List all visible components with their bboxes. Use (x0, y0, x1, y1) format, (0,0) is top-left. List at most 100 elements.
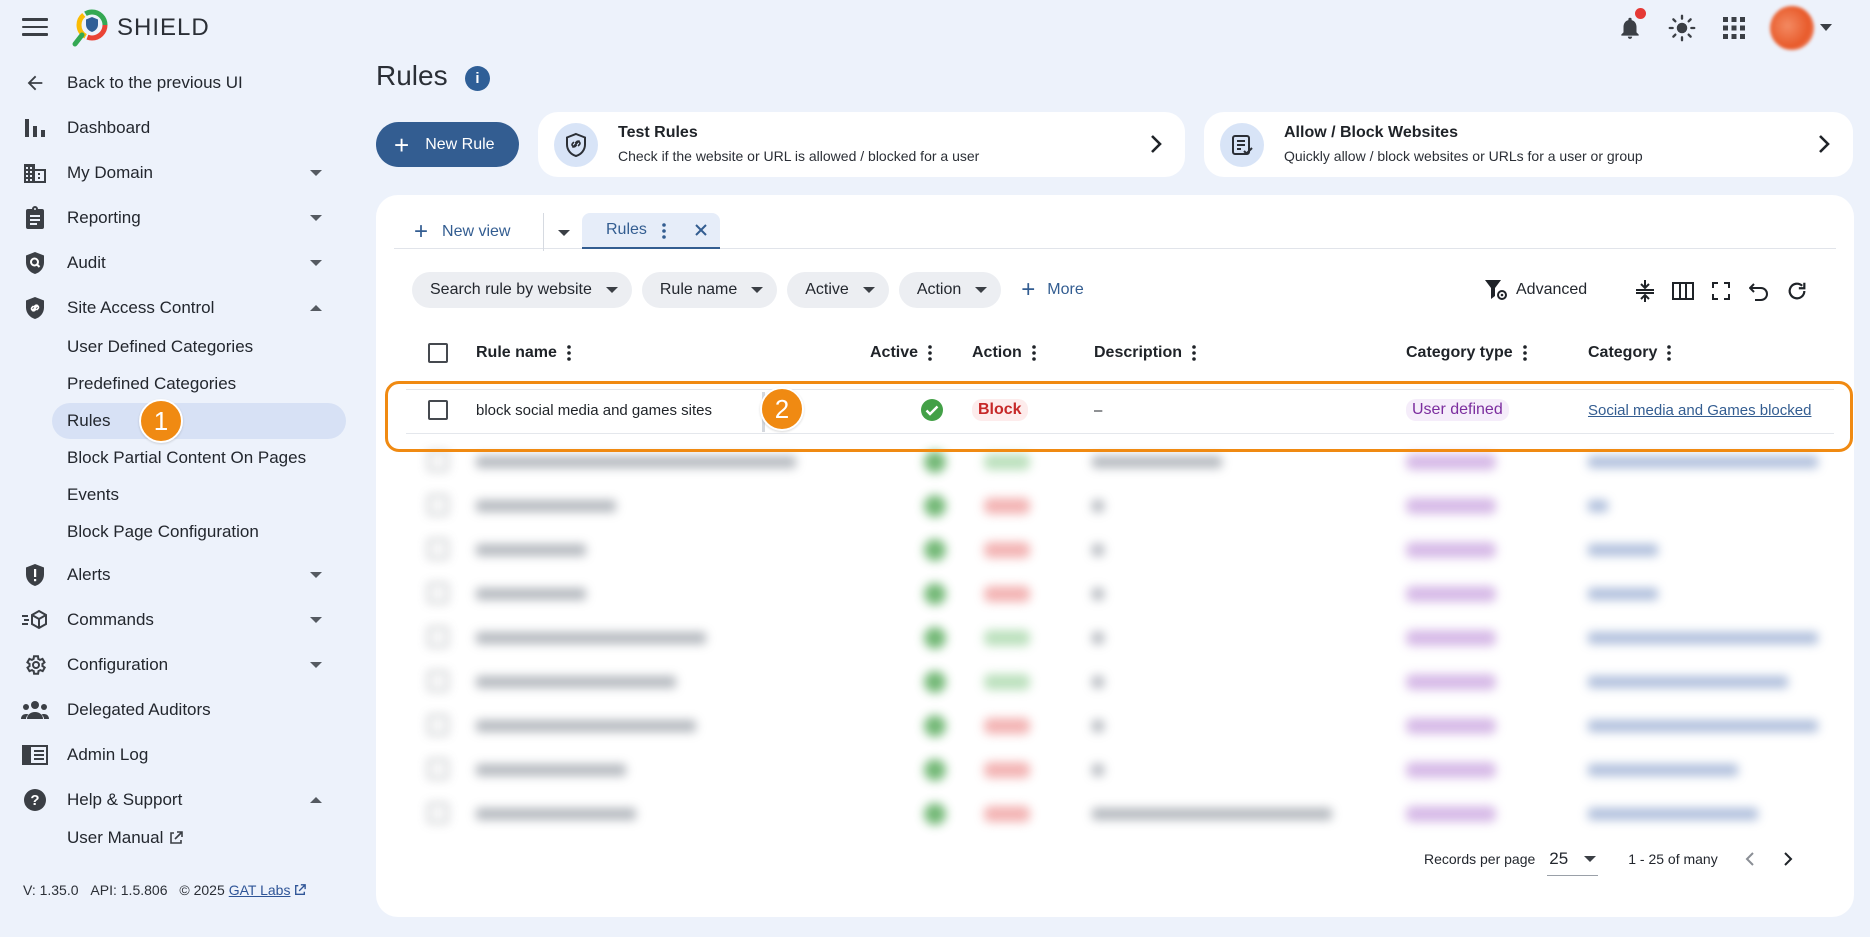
sidebar-subitem-rules[interactable]: Rules (52, 403, 346, 439)
refresh-button[interactable] (1785, 279, 1809, 303)
sidebar-subitem-events[interactable]: Events (52, 477, 346, 513)
copyright-text: © 2025 (179, 882, 225, 898)
people-icon (21, 701, 49, 719)
undo-button[interactable] (1747, 279, 1771, 303)
sidebar-item-site-access-control[interactable]: Site Access Control (20, 290, 340, 326)
tab-divider (543, 213, 544, 251)
table-header: Rule name Active Action Description Cate… (406, 335, 1836, 371)
sidebar-item-configuration[interactable]: Configuration (20, 647, 340, 683)
help-circle-icon: ? (24, 789, 46, 811)
column-header-description[interactable]: Description (1094, 335, 1196, 371)
records-per-page-value: 25 (1549, 848, 1569, 868)
tab-rules-label: Rules (606, 221, 647, 238)
test-rules-card[interactable]: Test Rules Check if the website or URL i… (538, 112, 1185, 177)
info-icon[interactable]: i (465, 66, 490, 91)
next-page-button[interactable] (1778, 849, 1798, 869)
density-button[interactable] (1633, 279, 1657, 303)
previous-page-button[interactable] (1740, 849, 1760, 869)
views-dropdown-icon[interactable] (558, 230, 570, 236)
kebab-menu-icon[interactable] (567, 345, 571, 361)
records-per-page-select[interactable]: 25 (1547, 848, 1599, 876)
apps-grid-icon (1723, 17, 1745, 39)
kebab-menu-icon[interactable] (1522, 345, 1527, 361)
sidebar-subitem-label: Predefined Categories (67, 374, 237, 393)
refresh-icon (1788, 282, 1806, 300)
sidebar-item-help-support[interactable]: ? Help & Support (20, 782, 340, 818)
advanced-label: Advanced (1516, 281, 1588, 298)
apps-button[interactable] (1718, 12, 1750, 44)
chevron-left-icon (1745, 852, 1754, 866)
sidebar-subitem-user-manual[interactable]: User Manual (52, 820, 346, 856)
sidebar-item-label: Back to the previous UI (67, 73, 243, 92)
theme-toggle-button[interactable] (1666, 12, 1698, 44)
column-header-category[interactable]: Category (1588, 335, 1672, 371)
category-type-cell: User defined (1406, 390, 1509, 430)
column-label: Rule name (476, 344, 557, 361)
sidebar-item-delegated-auditors[interactable]: Delegated Auditors (20, 692, 340, 728)
advanced-filter-button[interactable]: Advanced (1484, 279, 1587, 301)
kebab-menu-icon[interactable] (928, 345, 932, 361)
account-menu[interactable] (1770, 6, 1832, 50)
select-all-checkbox-cell (428, 335, 448, 371)
notifications-button[interactable] (1614, 8, 1646, 44)
new-view-button[interactable]: + New view (414, 218, 510, 246)
sidebar-subitem-block-partial-content[interactable]: Block Partial Content On Pages (52, 440, 346, 476)
filter-rule-name[interactable]: Rule name (641, 272, 778, 308)
table-row[interactable]: block social media and games sites Block… (406, 390, 1836, 432)
column-header-active[interactable]: Active (870, 335, 932, 371)
sidebar-item-dashboard[interactable]: Dashboard (20, 110, 340, 146)
sidebar-item-audit[interactable]: Audit (20, 245, 340, 281)
chevron-down-icon (310, 662, 322, 668)
chevron-down-icon (310, 617, 322, 623)
menu-icon[interactable] (22, 18, 48, 38)
check-circle-icon (921, 399, 943, 421)
chevron-down-icon (310, 572, 322, 578)
close-icon[interactable] (692, 221, 710, 239)
kebab-menu-icon[interactable] (1031, 345, 1036, 361)
sidebar-item-alerts[interactable]: Alerts (20, 557, 340, 593)
filter-search-website[interactable]: Search rule by website (412, 272, 632, 308)
fullscreen-button[interactable] (1709, 279, 1733, 303)
company-link[interactable]: GAT Labs (229, 882, 291, 898)
sidebar-item-my-domain[interactable]: My Domain (20, 155, 340, 191)
chevron-up-icon (310, 305, 322, 311)
allow-block-websites-card[interactable]: Allow / Block Websites Quickly allow / b… (1204, 112, 1853, 177)
sidebar-item-label: Admin Log (67, 745, 149, 764)
log-book-icon (22, 745, 48, 765)
sidebar-subitem-user-defined-categories[interactable]: User Defined Categories (52, 329, 346, 365)
kebab-menu-icon[interactable] (1192, 345, 1196, 361)
table-toolbar (1633, 279, 1809, 303)
filter-action[interactable]: Action (898, 272, 1002, 308)
kebab-menu-icon[interactable] (662, 223, 666, 239)
sidebar-subitem-label: User Defined Categories (67, 337, 254, 356)
shield-search-icon (26, 252, 44, 274)
column-header-rule-name[interactable]: Rule name (476, 335, 571, 371)
sidebar-item-label: Delegated Auditors (67, 700, 211, 719)
sidebar-item-reporting[interactable]: Reporting (20, 200, 340, 236)
pagination: Records per page 25 1 - 25 of many (1424, 839, 1798, 879)
new-rule-label: New Rule (425, 135, 495, 153)
category-link[interactable]: Social media and Games blocked (1588, 402, 1811, 419)
more-filters-button[interactable]: + More (1011, 272, 1083, 308)
sidebar-item-back[interactable]: Back to the previous UI (20, 65, 340, 101)
sidebar-subitem-label: User Manual (67, 828, 164, 847)
sidebar-item-label: Configuration (67, 655, 169, 674)
column-header-category-type[interactable]: Category type (1406, 335, 1527, 371)
row-checkbox[interactable] (428, 400, 448, 420)
filter-gear-icon (1485, 280, 1507, 300)
select-all-checkbox[interactable] (428, 343, 448, 363)
tab-rules[interactable]: Rules (582, 213, 720, 249)
sidebar-subitem-block-page-configuration[interactable]: Block Page Configuration (52, 514, 346, 550)
column-header-action[interactable]: Action (972, 335, 1036, 371)
external-link-icon (295, 884, 307, 895)
filter-active[interactable]: Active (787, 272, 889, 308)
page-range-text: 1 - 25 of many (1628, 851, 1718, 867)
new-rule-button[interactable]: + New Rule (376, 122, 519, 167)
sidebar-item-commands[interactable]: Commands (20, 602, 340, 638)
sidebar-subitem-predefined-categories[interactable]: Predefined Categories (52, 366, 346, 402)
columns-button[interactable] (1671, 279, 1695, 303)
kebab-menu-icon[interactable] (1667, 345, 1672, 361)
sidebar-item-admin-log[interactable]: Admin Log (20, 737, 340, 773)
sidebar-item-label: Alerts (67, 565, 111, 584)
compress-vertical-icon (1636, 280, 1654, 302)
